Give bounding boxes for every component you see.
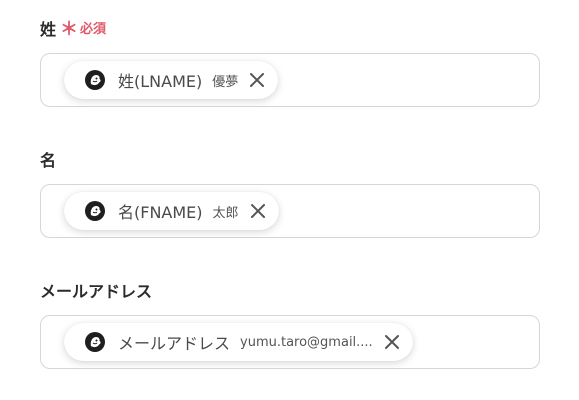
variable-chip[interactable]: 名(FNAME) 太郎: [64, 192, 279, 230]
required-asterisk-icon: ＊: [60, 19, 79, 40]
last-name-input[interactable]: 姓(LNAME) 優夢: [40, 53, 540, 107]
label-text: 姓: [40, 20, 57, 39]
chip-name: メールアドレス: [118, 334, 231, 353]
close-icon[interactable]: [248, 71, 266, 89]
variable-chip[interactable]: 姓(LNAME) 優夢: [64, 61, 279, 99]
variable-chip[interactable]: メールアドレス yumu.taro@gmail....: [64, 323, 413, 361]
label-text: 名: [40, 151, 57, 170]
field-label: 名: [40, 150, 540, 172]
close-icon[interactable]: [383, 333, 401, 351]
mailchimp-icon: [84, 331, 106, 353]
field-last-name: 姓 ＊ 必須 姓(LNAME) 優夢: [40, 19, 540, 107]
chip-name: 名(FNAME): [118, 203, 203, 222]
chip-name: 姓(LNAME): [118, 72, 203, 91]
required-label: 必須: [80, 22, 107, 37]
field-label: 姓 ＊ 必須: [40, 19, 540, 41]
chip-value: 太郎: [212, 205, 239, 221]
label-text: メールアドレス: [40, 282, 153, 301]
mailchimp-icon: [84, 69, 106, 91]
chip-value: yumu.taro@gmail....: [240, 334, 373, 350]
field-email: メールアドレス メールアドレス yumu.taro@gmail....: [40, 281, 540, 369]
first-name-input[interactable]: 名(FNAME) 太郎: [40, 184, 540, 238]
field-label: メールアドレス: [40, 281, 540, 303]
mailchimp-icon: [84, 200, 106, 222]
email-input[interactable]: メールアドレス yumu.taro@gmail....: [40, 315, 540, 369]
close-icon[interactable]: [249, 202, 267, 220]
field-first-name: 名 名(FNAME) 太郎: [40, 150, 540, 238]
chip-value: 優夢: [212, 74, 239, 90]
